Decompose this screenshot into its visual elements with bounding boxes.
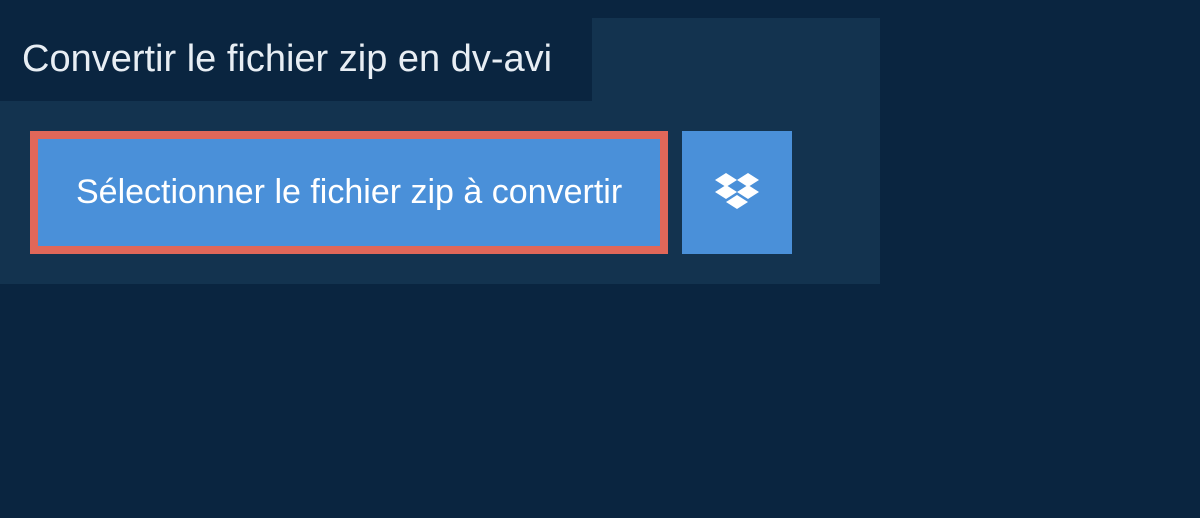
title-tab: Convertir le fichier zip en dv-avi xyxy=(0,18,592,101)
button-row: Sélectionner le fichier zip à convertir xyxy=(30,131,850,254)
dropbox-button[interactable] xyxy=(682,131,792,254)
converter-panel: Convertir le fichier zip en dv-avi Sélec… xyxy=(0,18,880,284)
select-file-button-label: Sélectionner le fichier zip à convertir xyxy=(76,173,622,212)
page-title: Convertir le fichier zip en dv-avi xyxy=(22,38,552,80)
select-file-button[interactable]: Sélectionner le fichier zip à convertir xyxy=(30,131,668,254)
dropbox-icon xyxy=(715,173,759,213)
